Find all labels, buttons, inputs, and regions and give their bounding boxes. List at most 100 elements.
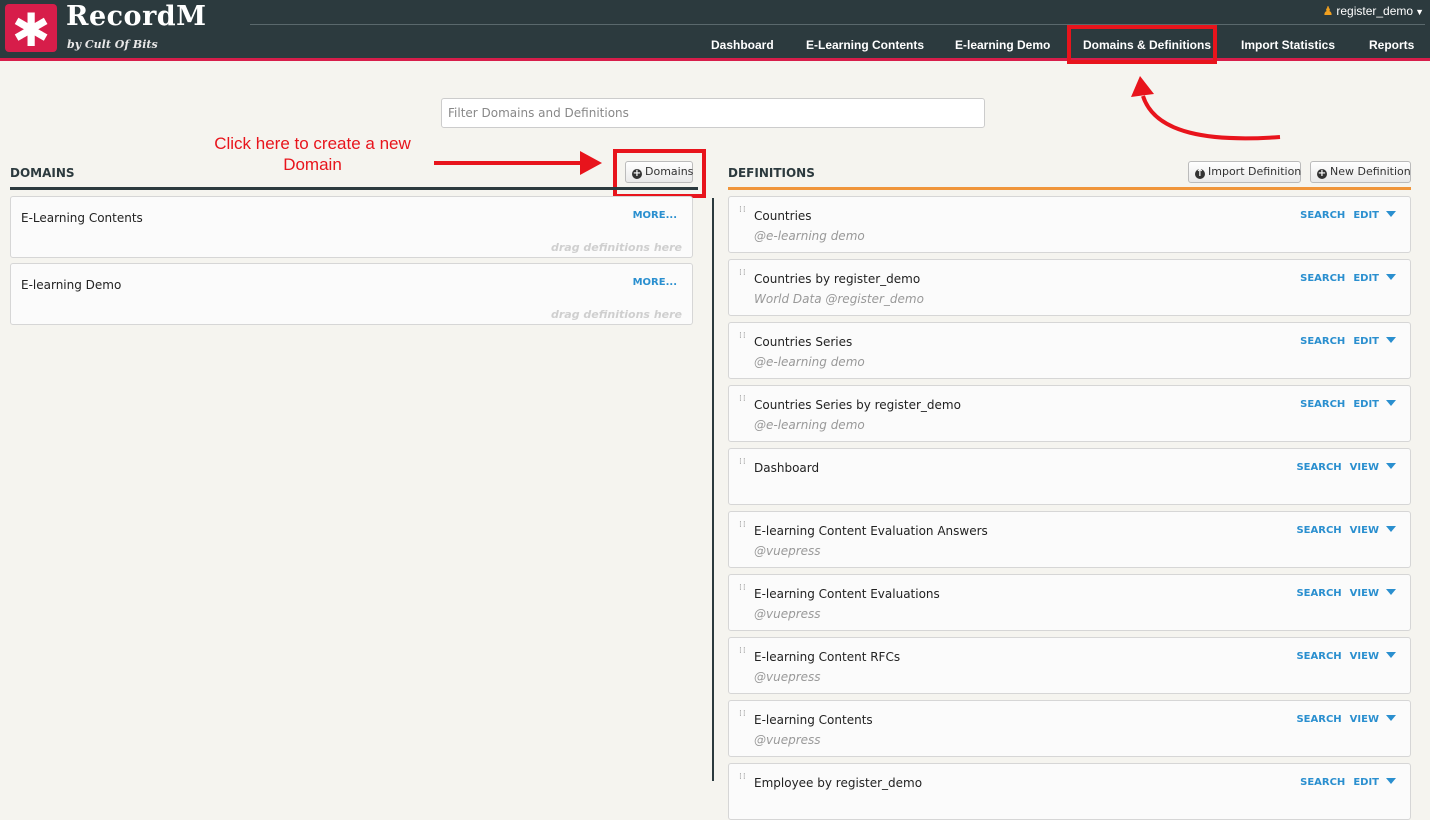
nav-dashboard[interactable]: Dashboard [711,38,774,52]
header-divider [250,24,1425,25]
definition-card[interactable]: ⁞⁞ E-learning Content Evaluations @vuepres… [728,574,1411,631]
definition-secondary-link[interactable]: EDIT [1353,210,1379,221]
definition-card[interactable]: ⁞⁞ Countries Series @e-learning demo SEARCH… [728,322,1411,379]
drag-handle-icon[interactable]: ⁞⁞ [739,773,746,789]
definition-subtitle: @vuepress [754,607,821,621]
definitions-divider [728,187,1411,190]
user-menu[interactable]: ♟ register_demo ▼ [1323,4,1424,18]
definition-actions: SEARCH EDIT [1300,777,1396,788]
definition-card[interactable]: ⁞⁞ Employee by register_demo SEARCH EDIT [728,763,1411,820]
definition-card[interactable]: ⁞⁞ Countries Series by register_demo @e-le… [728,385,1411,442]
import-definition-label: Import Definition [1208,165,1302,178]
definition-card[interactable]: ⁞⁞ Dashboard SEARCH VIEW [728,448,1411,505]
drag-handle-icon[interactable]: ⁞⁞ [739,584,746,600]
definition-search-link[interactable]: SEARCH [1296,525,1341,536]
definition-search-link[interactable]: SEARCH [1296,462,1341,473]
drag-handle-icon[interactable]: ⁞⁞ [739,332,746,348]
domain-more-link[interactable]: MORE... [633,277,677,288]
definition-name: E-learning Contents [754,713,873,727]
definition-search-link[interactable]: SEARCH [1296,714,1341,725]
nav-e-learning-demo[interactable]: E-learning Demo [955,38,1050,52]
caret-down-icon[interactable] [1386,526,1396,532]
domain-name: E-learning Demo [21,278,122,292]
definition-name: Dashboard [754,461,820,475]
definition-name: Employee by register_demo [754,776,923,790]
asterisk-icon: ✱ [11,3,51,57]
definition-search-link[interactable]: SEARCH [1296,588,1341,599]
definition-subtitle: @vuepress [754,544,821,558]
column-divider [712,198,714,781]
nav-e-learning-contents[interactable]: E-Learning Contents [806,38,924,52]
nav-reports[interactable]: Reports [1369,38,1414,52]
definition-search-link[interactable]: SEARCH [1296,651,1341,662]
definition-actions: SEARCH VIEW [1296,714,1396,725]
recordm-logo[interactable]: ✱ [5,4,57,56]
domain-card: E-learning Demo MORE... drag definitions… [10,263,693,325]
definition-subtitle: @vuepress [754,733,821,747]
definition-secondary-link[interactable]: VIEW [1350,525,1379,536]
definition-secondary-link[interactable]: EDIT [1353,336,1379,347]
definition-actions: SEARCH EDIT [1300,210,1396,221]
caret-down-icon[interactable] [1386,778,1396,784]
drag-handle-icon[interactable]: ⁞⁞ [739,458,746,474]
definition-search-link[interactable]: SEARCH [1300,777,1345,788]
arrow-right-icon [434,151,602,175]
definition-secondary-link[interactable]: VIEW [1350,651,1379,662]
definition-subtitle: @e-learning demo [754,355,865,369]
definition-search-link[interactable]: SEARCH [1300,210,1345,221]
annotation-text: Click here to create a new Domain [214,134,411,174]
new-definition-button[interactable]: + New Definition [1310,161,1411,183]
definition-card[interactable]: ⁞⁞ E-learning Content Evaluation Answers @… [728,511,1411,568]
import-definition-button[interactable]: ↑ Import Definition [1188,161,1301,183]
definition-search-link[interactable]: SEARCH [1300,399,1345,410]
definition-actions: SEARCH VIEW [1296,525,1396,536]
drag-handle-icon[interactable]: ⁞⁞ [739,521,746,537]
domains-button-highlight-box [613,149,706,198]
definition-search-link[interactable]: SEARCH [1300,273,1345,284]
definition-card[interactable]: ⁞⁞ Countries by register_demo World Data @… [728,259,1411,316]
definition-name: Countries by register_demo [754,272,921,286]
new-definition-label: New Definition [1330,165,1411,178]
definition-secondary-link[interactable]: VIEW [1350,714,1379,725]
domain-more-link[interactable]: MORE... [633,210,677,221]
nav-import-statistics[interactable]: Import Statistics [1241,38,1335,52]
definition-name: E-learning Content Evaluation Answers [754,524,988,538]
caret-down-icon[interactable] [1386,652,1396,658]
drag-handle-icon[interactable]: ⁞⁞ [739,710,746,726]
definition-secondary-link[interactable]: VIEW [1350,462,1379,473]
domains-divider [10,187,698,190]
drag-handle-icon[interactable]: ⁞⁞ [739,206,746,222]
domain-card: E-Learning Contents MORE... drag definit… [10,196,693,258]
definition-secondary-link[interactable]: EDIT [1353,777,1379,788]
caret-down-icon[interactable] [1386,211,1396,217]
caret-down-icon[interactable] [1386,337,1396,343]
drag-handle-icon[interactable]: ⁞⁞ [739,395,746,411]
definition-secondary-link[interactable]: EDIT [1353,273,1379,284]
definition-actions: SEARCH EDIT [1300,273,1396,284]
user-icon: ♟ [1322,4,1334,18]
caret-down-icon[interactable] [1386,463,1396,469]
caret-down-icon[interactable] [1386,715,1396,721]
definition-actions: SEARCH VIEW [1296,588,1396,599]
definition-search-link[interactable]: SEARCH [1300,336,1345,347]
definition-name: Countries Series [754,335,853,349]
definition-card[interactable]: ⁞⁞ E-learning Contents @vuepress SEARCH VIEW [728,700,1411,757]
domain-name: E-Learning Contents [21,211,143,225]
drag-handle-icon[interactable]: ⁞⁞ [739,269,746,285]
definition-secondary-link[interactable]: EDIT [1353,399,1379,410]
definition-subtitle: @e-learning demo [754,229,865,243]
caret-down-icon[interactable] [1386,274,1396,280]
definition-subtitle: @vuepress [754,670,821,684]
caret-down-icon[interactable] [1386,589,1396,595]
drag-handle-icon[interactable]: ⁞⁞ [739,647,746,663]
filter-input[interactable] [441,98,985,128]
definition-actions: SEARCH EDIT [1300,399,1396,410]
import-icon: ↑ [1195,168,1205,179]
definition-card[interactable]: ⁞⁞ E-learning Content RFCs @vuepress SEARCH… [728,637,1411,694]
definition-card[interactable]: ⁞⁞ Countries @e-learning demo SEARCH EDIT [728,196,1411,253]
arrow-curved-up-icon [1131,76,1281,141]
domains-heading: DOMAINS [10,166,75,180]
definition-secondary-link[interactable]: VIEW [1350,588,1379,599]
caret-down-icon[interactable] [1386,400,1396,406]
definition-name: E-learning Content RFCs [754,650,901,664]
